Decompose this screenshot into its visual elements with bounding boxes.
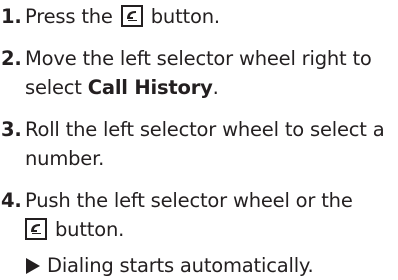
step-text-after: button.: [144, 5, 220, 28]
step-1: 1. Press the button.: [0, 2, 398, 31]
result-line: Dialing starts automatically.: [0, 251, 398, 280]
step-number: 1.: [1, 5, 22, 28]
step-number: 4.: [1, 189, 22, 212]
menu-item-name: Call History: [87, 76, 213, 99]
step-number: 3.: [1, 118, 22, 141]
step-text-after: button.: [49, 218, 125, 241]
phone-icon: [120, 5, 143, 27]
step-text-before: Push the left selector wheel or the: [25, 189, 353, 212]
step-text-after: .: [212, 76, 219, 99]
instruction-steps: 1. Press the button. 2. Move the left se…: [0, 2, 398, 280]
step-text-before: Press the: [25, 5, 119, 28]
step-text: Push the left selector wheel or the butt…: [25, 186, 398, 244]
step-number: 2.: [1, 47, 22, 70]
result-text: Dialing starts automatically.: [47, 254, 314, 277]
step-4: 4. Push the left selector wheel or the b…: [0, 186, 398, 244]
step-text: Move the left selector wheel right to se…: [25, 44, 398, 102]
phone-icon: [25, 218, 47, 240]
step-3: 3. Roll the left selector wheel to selec…: [0, 115, 398, 173]
step-text: Roll the left selector wheel to select a…: [25, 118, 385, 170]
step-text: Press the button.: [25, 2, 398, 31]
triangle-arrow-icon: [26, 257, 40, 274]
step-2: 2. Move the left selector wheel right to…: [0, 44, 398, 102]
